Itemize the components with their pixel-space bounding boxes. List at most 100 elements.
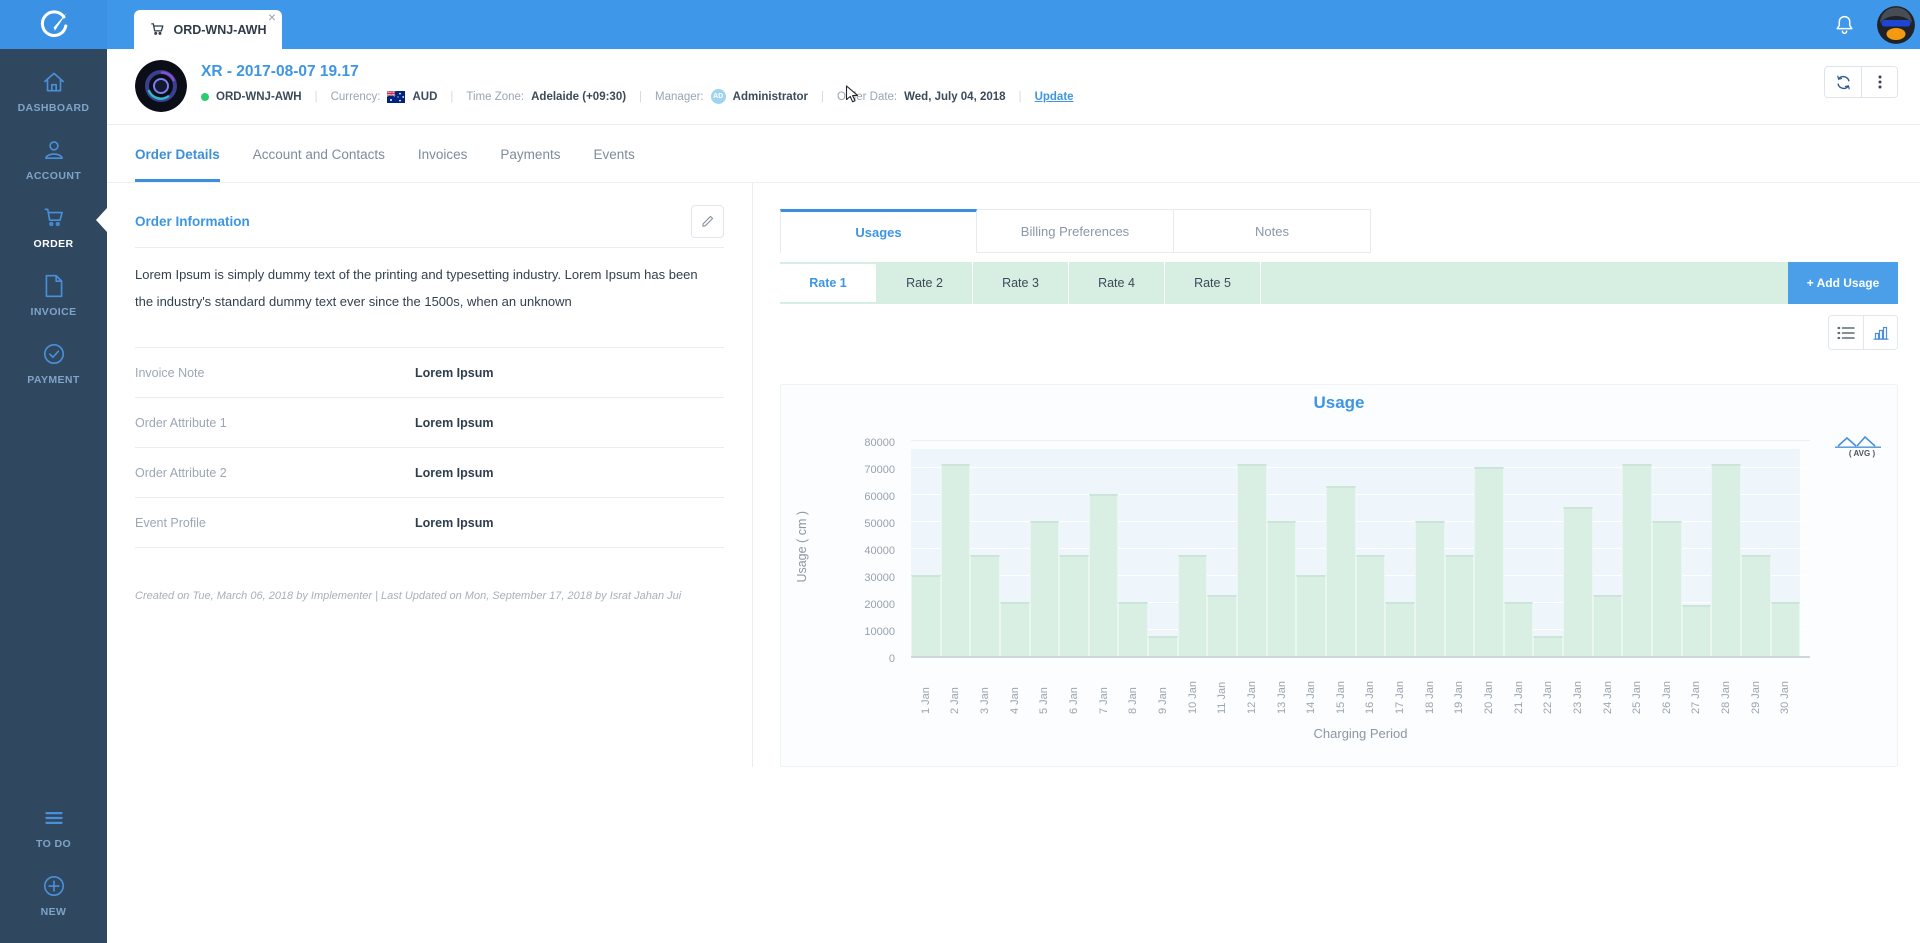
- x-tick-13-jan: 13 Jan: [1267, 658, 1297, 714]
- app-logo[interactable]: [0, 0, 107, 49]
- sidebar-item-order[interactable]: ORDER: [0, 193, 107, 261]
- sidebar-item-payment[interactable]: PAYMENT: [0, 329, 107, 397]
- x-tick-22-jan: 22 Jan: [1533, 658, 1563, 714]
- sidebar-item-account[interactable]: ACCOUNT: [0, 125, 107, 193]
- list-view-icon: [1837, 326, 1855, 340]
- chart-bar-1-jan: [911, 575, 941, 656]
- page-tab-account-and-contacts[interactable]: Account and Contacts: [253, 147, 385, 182]
- page-tab-invoices[interactable]: Invoices: [418, 147, 468, 182]
- rate-tab-rate-5[interactable]: Rate 5: [1165, 262, 1261, 304]
- x-tick-12-jan: 12 Jan: [1237, 658, 1267, 714]
- edit-button[interactable]: [691, 205, 724, 238]
- x-tick-label: 20 Jan: [1482, 680, 1495, 714]
- y-tick-label: 0: [888, 653, 895, 665]
- x-tick-label: 18 Jan: [1423, 680, 1436, 714]
- bar-series: [911, 440, 1801, 656]
- section-tab-notes[interactable]: Notes: [1174, 209, 1371, 253]
- timezone-value: Adelaide (+09:30): [531, 90, 627, 103]
- order-details-panel: Order Information Lorem Ipsum is simply …: [107, 183, 753, 767]
- main-content: XR - 2017-08-07 19.17 ORD-WNJ-AWH | Curr…: [107, 49, 1920, 943]
- topbar: ORD-WNJ-AWH ×: [0, 0, 1920, 49]
- australia-flag-icon: [387, 90, 406, 103]
- x-tick-label: 9 Jan: [1156, 687, 1169, 714]
- x-tick-5-jan: 5 Jan: [1030, 658, 1060, 714]
- x-tick-label: 11 Jan: [1216, 681, 1229, 714]
- page-title: XR - 2017-08-07 19.17: [201, 63, 359, 80]
- close-tab-icon[interactable]: ×: [268, 10, 276, 24]
- update-link[interactable]: Update: [1035, 91, 1074, 103]
- sidebar-item-label: DASHBOARD: [17, 102, 90, 114]
- rate-tab-rate-2[interactable]: Rate 2: [877, 262, 973, 304]
- x-tick-label: 23 Jan: [1571, 680, 1584, 714]
- currency-label: Currency:: [330, 90, 381, 103]
- notification-bell-icon[interactable]: [1834, 14, 1855, 36]
- chart-bar-19-jan: [1444, 555, 1475, 656]
- page-tab-order-details[interactable]: Order Details: [135, 147, 220, 182]
- sidebar-item-todo[interactable]: TO DO: [0, 793, 107, 861]
- usage-section-tabs: Usages Billing Preferences Notes: [780, 209, 1898, 253]
- section-tab-billing-preferences[interactable]: Billing Preferences: [977, 209, 1174, 253]
- x-tick-label: 13 Jan: [1275, 680, 1288, 714]
- rate-tab-rate-1[interactable]: Rate 1: [780, 264, 876, 302]
- x-tick-label: 7 Jan: [1097, 687, 1110, 714]
- chart-bar-6-jan: [1059, 555, 1089, 656]
- x-tick-label: 22 Jan: [1542, 680, 1555, 714]
- x-tick-15-jan: 15 Jan: [1326, 658, 1356, 714]
- bar-chart-view-button[interactable]: [1863, 316, 1897, 349]
- chart-bar-30-jan: [1770, 602, 1801, 656]
- rate-tab-rate-3[interactable]: Rate 3: [973, 262, 1069, 304]
- section-tab-usages[interactable]: Usages: [780, 209, 977, 253]
- mouse-cursor: [845, 85, 860, 103]
- info-row-value: Lorem Ipsum: [415, 415, 494, 430]
- x-tick-25-jan: 25 Jan: [1622, 658, 1652, 714]
- chart-bar-7-jan: [1088, 494, 1119, 656]
- x-tick-label: 28 Jan: [1720, 680, 1733, 714]
- x-tick-7-jan: 7 Jan: [1089, 658, 1119, 714]
- usages-panel: Usages Billing Preferences Notes Rate 1 Rat…: [780, 183, 1898, 767]
- y-tick-label: 20000: [864, 599, 895, 611]
- y-tick-label: 70000: [864, 464, 895, 476]
- chart-title: Usage: [1313, 393, 1365, 412]
- sidebar-item-invoice[interactable]: INVOICE: [0, 261, 107, 329]
- x-tick-24-jan: 24 Jan: [1593, 658, 1623, 714]
- info-row-value: Lorem Ipsum: [415, 365, 494, 380]
- info-row-event-profile: Event Profile Lorem Ipsum: [135, 498, 724, 548]
- rate-tab-rate-4[interactable]: Rate 4: [1069, 262, 1165, 304]
- user-avatar[interactable]: [1877, 5, 1915, 44]
- more-menu-button[interactable]: [1861, 67, 1897, 97]
- x-tick-11-jan: 11 Jan: [1207, 658, 1237, 714]
- chart-bar-17-jan: [1385, 602, 1415, 656]
- separator: |: [1018, 90, 1022, 103]
- sidebar-item-label: TO DO: [35, 838, 72, 850]
- x-tick-18-jan: 18 Jan: [1415, 658, 1445, 714]
- chart-bar-23-jan: [1563, 507, 1593, 656]
- document-tab-label: ORD-WNJ-AWH: [173, 22, 267, 37]
- separator: |: [639, 90, 643, 103]
- sidebar-item-new[interactable]: NEW: [0, 861, 107, 929]
- x-tick-label: 24 Jan: [1601, 680, 1614, 714]
- manager-label: Manager:: [655, 90, 704, 103]
- x-tick-label: 10 Jan: [1186, 680, 1199, 714]
- sidebar-item-label: ORDER: [33, 238, 74, 250]
- list-view-button[interactable]: [1829, 316, 1863, 349]
- x-tick-label: 29 Jan: [1749, 680, 1762, 714]
- x-tick-26-jan: 26 Jan: [1652, 658, 1682, 714]
- page-tabs: Order Details Account and Contacts Invoice…: [107, 125, 1920, 183]
- x-tick-label: 17 Jan: [1394, 680, 1407, 714]
- chart-bar-16-jan: [1355, 555, 1386, 656]
- x-tick-20-jan: 20 Jan: [1474, 658, 1504, 714]
- page-tab-events[interactable]: Events: [593, 147, 634, 182]
- x-tick-4-jan: 4 Jan: [1000, 658, 1030, 714]
- document-tab[interactable]: ORD-WNJ-AWH ×: [134, 10, 282, 49]
- x-tick-label: 12 Jan: [1245, 680, 1258, 714]
- user-icon: [41, 137, 67, 163]
- sidebar-item-label: PAYMENT: [27, 374, 80, 386]
- avg-legend[interactable]: ( AVG ): [1835, 435, 1889, 458]
- chart-bar-10-jan: [1177, 555, 1208, 656]
- add-usage-button[interactable]: + Add Usage: [1788, 262, 1898, 304]
- y-axis-ticks: 0 10000 20000 30000 40000 50000 60000 70000 8000…: [823, 436, 911, 665]
- page-tab-payments[interactable]: Payments: [500, 147, 560, 182]
- sidebar-item-dashboard[interactable]: DASHBOARD: [0, 57, 107, 125]
- chart-bar-2-jan: [940, 464, 971, 656]
- refresh-button[interactable]: [1825, 67, 1861, 97]
